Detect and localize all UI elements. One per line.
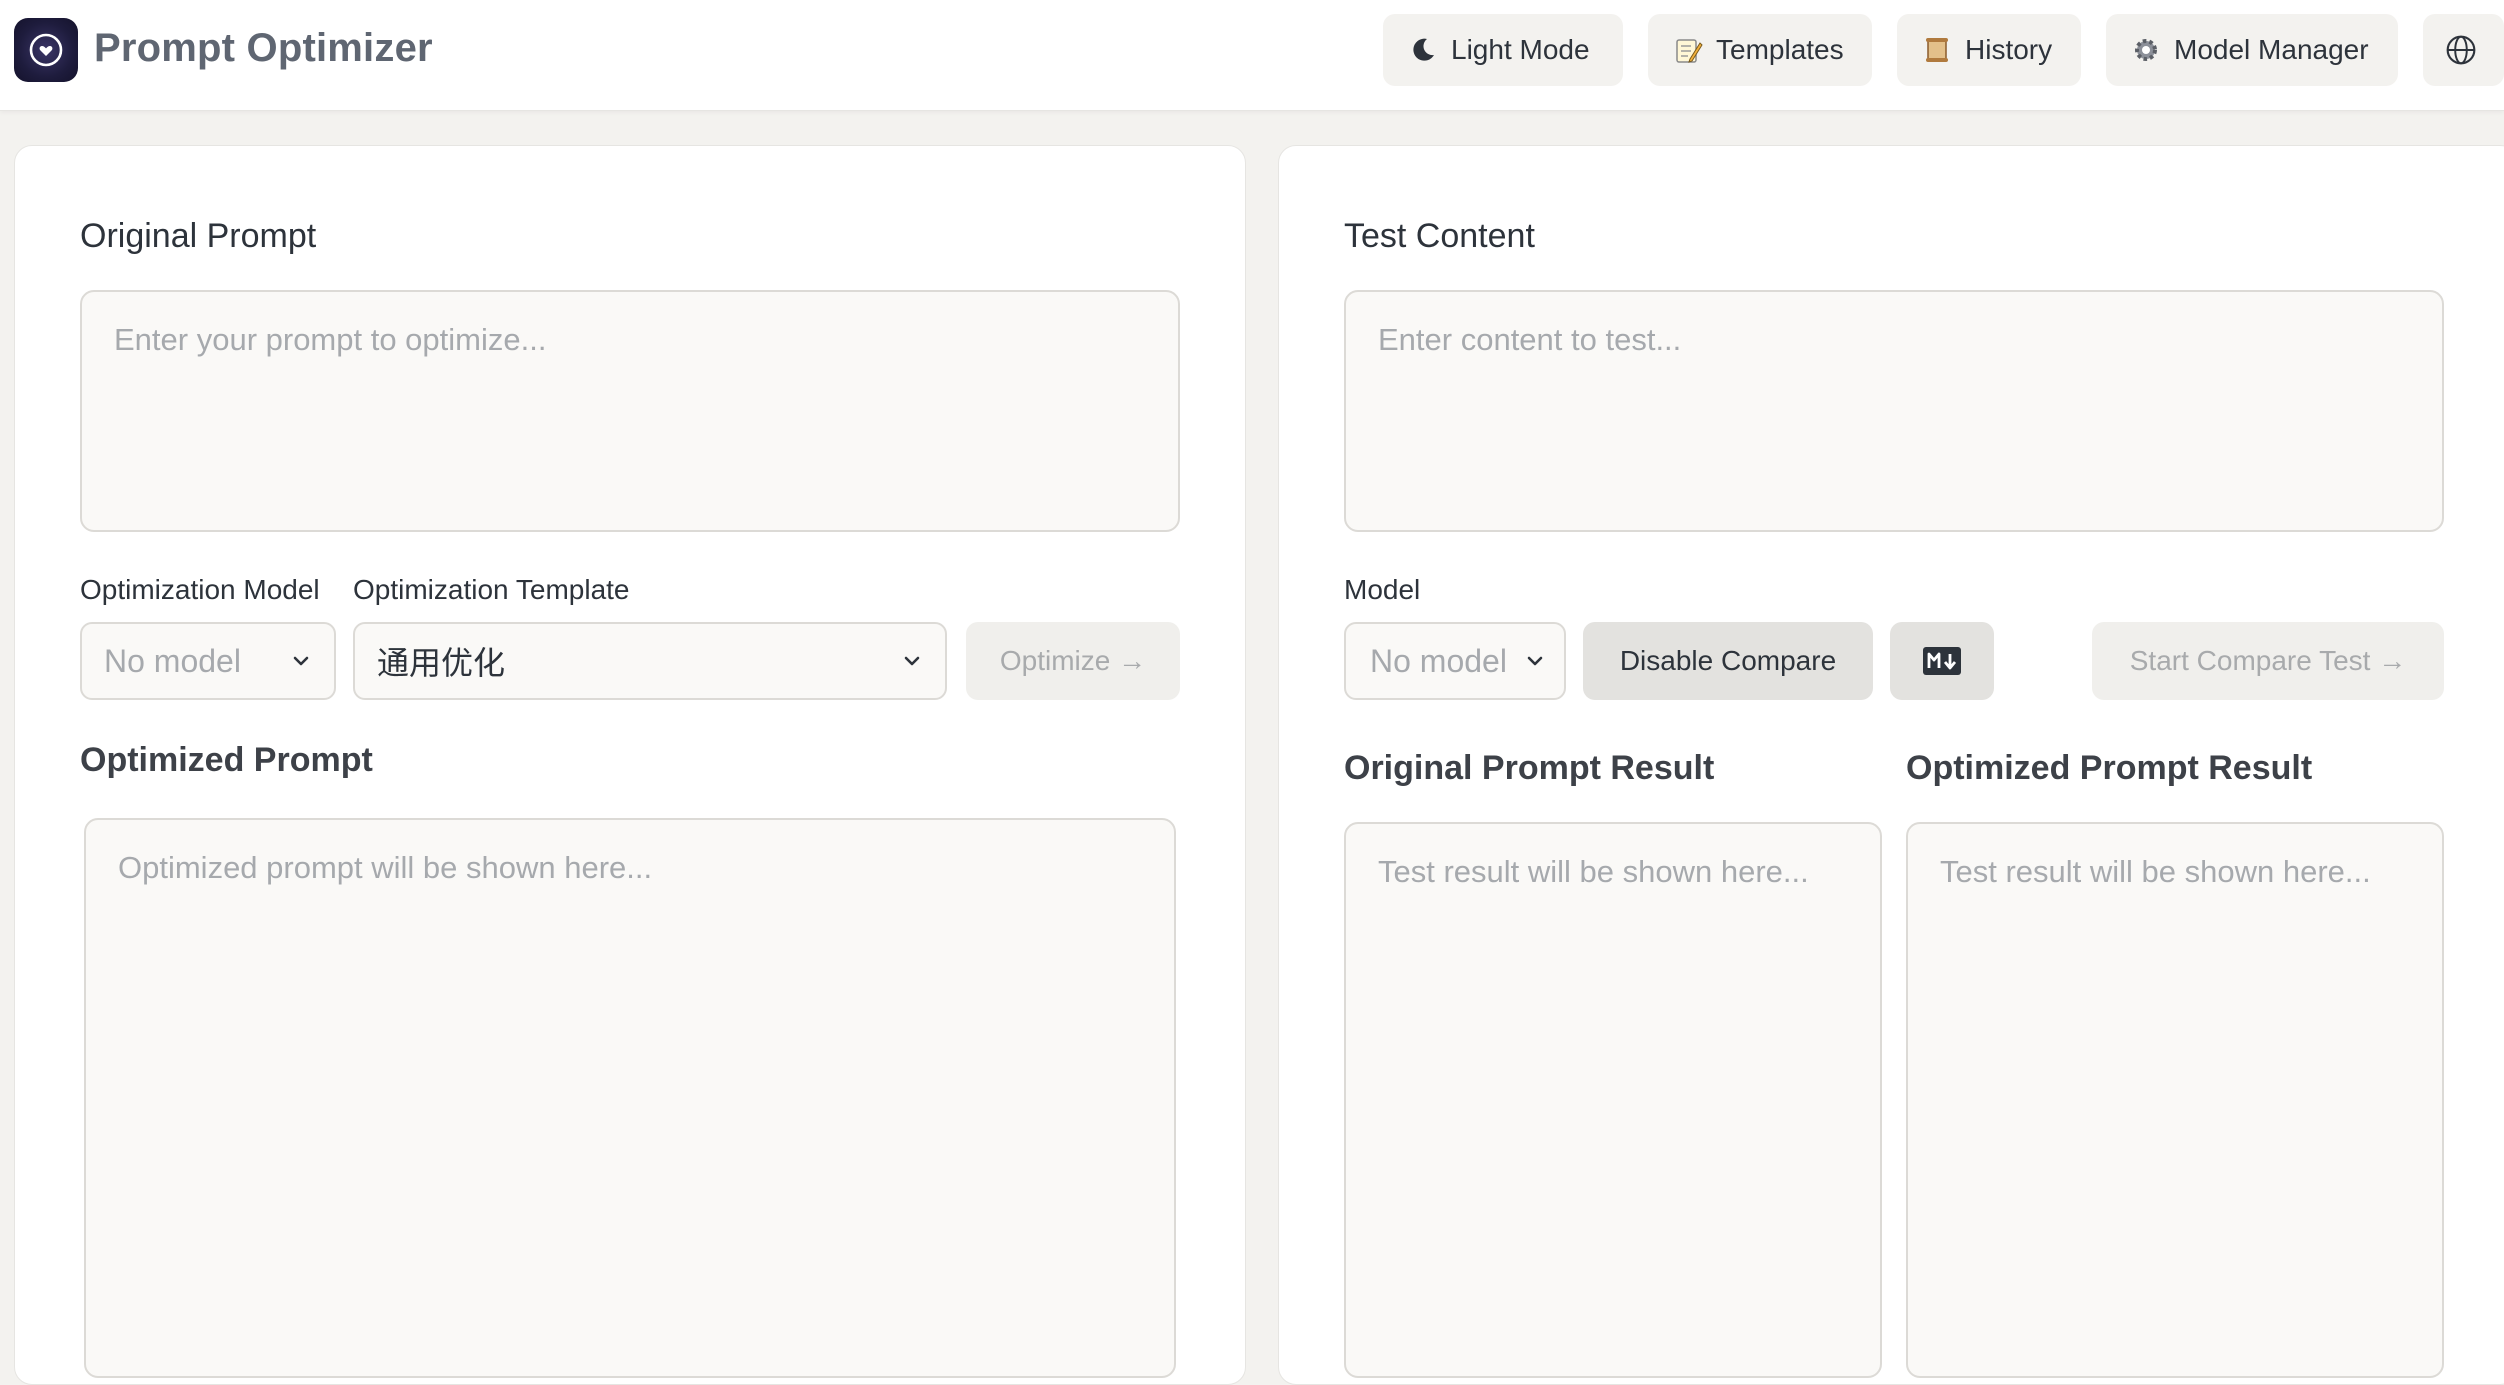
heart-logo-icon: [29, 33, 63, 67]
app-title: Prompt Optimizer: [94, 26, 433, 70]
chevron-down-icon: [904, 656, 920, 666]
gear-icon: [2130, 34, 2162, 66]
test-model-value: No model: [1370, 642, 1507, 679]
chevron-down-icon: [293, 656, 309, 666]
optimized-result-output: Test result will be shown here...: [1906, 822, 2444, 1378]
original-prompt-input[interactable]: Enter your prompt to optimize...: [80, 290, 1180, 532]
markdown-toggle-button[interactable]: [1890, 622, 1994, 700]
test-model-label: Model: [1344, 574, 1421, 605]
optimized-result-title: Optimized Prompt Result: [1906, 749, 2313, 787]
templates-button[interactable]: Templates: [1648, 14, 1872, 86]
original-result-output: Test result will be shown here...: [1344, 822, 1882, 1378]
memo-icon: [1672, 34, 1704, 66]
templates-label: Templates: [1716, 34, 1844, 65]
start-compare-test-button[interactable]: Start Compare Test →: [2092, 622, 2444, 700]
history-button[interactable]: History: [1897, 14, 2081, 86]
optimization-model-label: Optimization Model: [80, 574, 320, 605]
globe-icon: [2445, 34, 2477, 66]
disable-compare-button[interactable]: Disable Compare: [1583, 622, 1873, 700]
test-model-select[interactable]: No model: [1344, 622, 1566, 700]
light-mode-button[interactable]: Light Mode: [1383, 14, 1623, 86]
language-button[interactable]: [2423, 14, 2504, 86]
model-manager-label: Model Manager: [2174, 34, 2369, 65]
original-result-title: Original Prompt Result: [1344, 749, 1715, 787]
markdown-icon: [1923, 647, 1961, 675]
optimization-template-value: 通用优化: [377, 645, 506, 681]
light-mode-label: Light Mode: [1451, 34, 1590, 65]
model-manager-button[interactable]: Model Manager: [2106, 14, 2398, 86]
scroll-icon: [1921, 34, 1953, 66]
optimization-template-select[interactable]: 通用优化: [353, 622, 947, 700]
optimized-prompt-output[interactable]: Optimized prompt will be shown here...: [84, 818, 1176, 1378]
app-logo: [14, 18, 78, 82]
optimization-model-select[interactable]: No model: [80, 622, 336, 700]
optimization-template-label: Optimization Template: [353, 574, 630, 605]
optimized-prompt-title: Optimized Prompt: [80, 741, 373, 779]
optimization-model-value: No model: [104, 642, 241, 679]
test-content-title: Test Content: [1344, 217, 1535, 255]
moon-icon: [1407, 34, 1439, 66]
original-prompt-title: Original Prompt: [80, 217, 317, 255]
optimize-button[interactable]: Optimize →: [966, 622, 1180, 700]
test-content-input[interactable]: Enter content to test...: [1344, 290, 2444, 532]
app-header: Prompt Optimizer Light Mode Templates Hi…: [0, 0, 2504, 111]
chevron-down-icon: [1527, 656, 1543, 666]
history-label: History: [1965, 34, 2053, 65]
